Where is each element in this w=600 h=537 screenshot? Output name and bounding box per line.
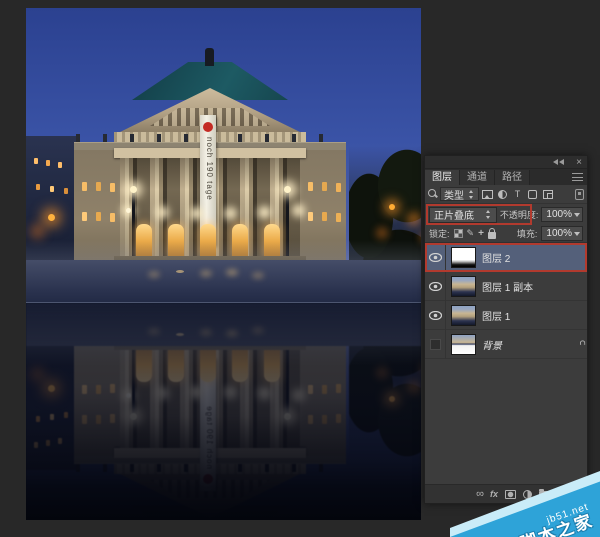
photoshop-workspace: noch 190 tage: [0, 0, 600, 537]
filter-shape-layers-icon[interactable]: [526, 188, 539, 201]
filter-kind-dropdown[interactable]: 类型: [440, 187, 479, 201]
visibility-eye-icon[interactable]: [425, 301, 446, 330]
layer-thumbnail[interactable]: [451, 247, 476, 268]
right-wing-windows: [308, 182, 313, 191]
tab-paths[interactable]: 路径: [495, 170, 530, 185]
document-canvas[interactable]: noch 190 tage: [26, 8, 421, 520]
dropdown-spinner-icon: [485, 210, 492, 219]
layer-thumbnail[interactable]: [451, 305, 476, 326]
dropdown-spinner-icon: [468, 190, 475, 199]
search-icon: [428, 189, 438, 199]
filter-adjustment-layers-icon[interactable]: [496, 188, 509, 201]
layer-thumbnail[interactable]: [451, 276, 476, 297]
fill-value[interactable]: 100%: [541, 226, 583, 241]
layer-filter-row: 类型 T: [425, 185, 587, 204]
site-watermark: jb51.net 脚本之家: [450, 462, 600, 537]
banner-red-logo: [203, 122, 213, 132]
visibility-eye-icon[interactable]: [425, 243, 446, 272]
layer-row-layer2[interactable]: 图层 2: [425, 243, 587, 272]
left-lit-windows: [34, 158, 38, 164]
filter-type-layers-icon[interactable]: T: [511, 188, 524, 201]
lock-position-icon[interactable]: +: [478, 229, 484, 239]
fill-label: 填充:: [517, 227, 538, 240]
globe-lamps: [126, 208, 131, 213]
water-reflection: noch 190 tage: [26, 303, 421, 520]
close-panel-icon[interactable]: ×: [576, 156, 582, 169]
visibility-eye-icon[interactable]: [425, 272, 446, 301]
layer-name[interactable]: 图层 1: [482, 308, 510, 323]
layer-name[interactable]: 图层 1 副本: [482, 279, 533, 294]
right-street-lamps: [389, 204, 395, 210]
panel-titlebar: ×: [425, 156, 587, 169]
visibility-eye-empty[interactable]: [425, 330, 446, 359]
panel-tabs: 图层 通道 路径: [425, 169, 587, 185]
collapse-panel-icon[interactable]: [553, 159, 565, 166]
tab-layers[interactable]: 图层: [425, 170, 460, 185]
layer-thumbnail[interactable]: [451, 334, 476, 355]
layer-row-layer1[interactable]: 图层 1: [425, 301, 587, 330]
scene-above-water: noch 190 tage: [26, 8, 421, 303]
lock-all-icon[interactable]: [488, 232, 496, 239]
plaza: [26, 260, 421, 303]
layer-row-layer1-copy[interactable]: 图层 1 副本: [425, 272, 587, 301]
lock-label: 锁定:: [429, 227, 450, 240]
blend-mode-row: 正片叠底 不透明度: 100%: [425, 204, 587, 225]
roof-statue: [205, 48, 214, 66]
panel-menu-icon[interactable]: [572, 173, 583, 181]
chevron-down-icon: [574, 232, 580, 236]
blend-mode-dropdown[interactable]: 正片叠底: [429, 207, 497, 223]
tab-channels[interactable]: 通道: [460, 170, 495, 185]
opacity-label: 不透明度:: [500, 208, 539, 221]
chevron-down-icon: [574, 213, 580, 217]
layers-list: 图层 2 图层 1 副本 图层 1 背景: [425, 243, 587, 454]
lock-transparency-icon[interactable]: [454, 229, 463, 238]
layers-panel: × 图层 通道 路径 类型 T 正片叠底 不透明度:: [424, 155, 588, 504]
layer-row-background[interactable]: 背景: [425, 330, 587, 359]
opacity-value[interactable]: 100%: [541, 207, 583, 222]
layer-name[interactable]: 背景: [482, 337, 502, 352]
layer-name[interactable]: 图层 2: [482, 250, 510, 265]
left-wing-windows: [82, 182, 87, 191]
filter-smart-objects-icon[interactable]: [541, 188, 554, 201]
lock-row: 锁定: ✎ + 填充: 100%: [425, 225, 587, 243]
light-spill: [176, 270, 184, 273]
filter-toggle-icon[interactable]: [575, 189, 584, 200]
water-darkening: [26, 303, 421, 520]
lock-pixels-icon[interactable]: ✎: [467, 229, 475, 238]
layers-list-empty-area: [425, 359, 587, 454]
left-street-lamp: [48, 214, 55, 221]
filter-pixel-layers-icon[interactable]: [481, 188, 494, 201]
